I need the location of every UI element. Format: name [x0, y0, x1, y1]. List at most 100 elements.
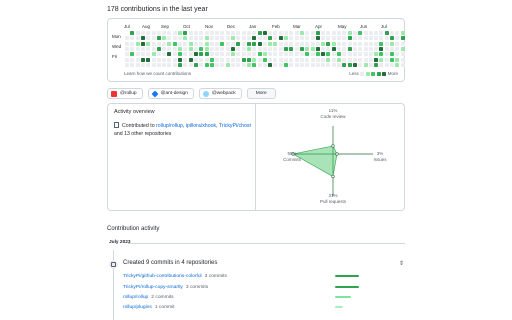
contribution-day[interactable] — [305, 41, 310, 46]
contribution-day[interactable] — [135, 46, 140, 51]
contribution-day[interactable] — [352, 41, 357, 46]
contribution-day[interactable] — [358, 57, 363, 62]
repo-link-xhook[interactable]: ipillora/xhook — [186, 123, 216, 129]
contribution-day[interactable] — [246, 41, 251, 46]
contribution-day[interactable] — [215, 41, 220, 46]
contribution-day[interactable] — [188, 52, 193, 57]
contribution-day[interactable] — [252, 46, 257, 51]
contribution-day[interactable] — [135, 57, 140, 62]
contribution-day[interactable] — [326, 57, 331, 62]
contribution-day[interactable] — [156, 31, 161, 35]
repo-link-rollup[interactable]: rollup/rollup — [156, 123, 183, 129]
contribution-day[interactable] — [215, 36, 220, 41]
contribution-day[interactable] — [384, 41, 389, 46]
contribution-day[interactable] — [140, 31, 145, 35]
contribution-day[interactable] — [352, 46, 357, 51]
repo-link-chost[interactable]: TrickyPi/chost — [219, 123, 251, 129]
contribution-day[interactable] — [352, 62, 357, 67]
contribution-day[interactable] — [384, 36, 389, 41]
contribution-day[interactable] — [193, 57, 198, 62]
contribution-day[interactable] — [400, 62, 405, 67]
contribution-day[interactable] — [162, 52, 167, 57]
contribution-day[interactable] — [368, 57, 373, 62]
contribution-day[interactable] — [262, 36, 267, 41]
contribution-day[interactable] — [193, 36, 198, 41]
contribution-day[interactable] — [374, 62, 379, 67]
contribution-day[interactable] — [167, 36, 172, 41]
contribution-day[interactable] — [268, 31, 273, 35]
contribution-day[interactable] — [321, 31, 326, 35]
contribution-day[interactable] — [352, 52, 357, 57]
contribution-day[interactable] — [140, 41, 145, 46]
contribution-day[interactable] — [135, 36, 140, 41]
unfold-icon[interactable]: ⇕ — [399, 260, 404, 267]
contribution-day[interactable] — [178, 41, 182, 46]
contribution-day[interactable] — [273, 57, 278, 62]
contribution-day[interactable] — [331, 57, 336, 62]
contribution-day[interactable] — [379, 31, 384, 35]
contribution-day[interactable] — [178, 62, 182, 67]
contribution-day[interactable] — [188, 41, 193, 46]
contribution-day[interactable] — [262, 52, 267, 57]
contribution-day[interactable] — [220, 62, 225, 67]
contribution-day[interactable] — [299, 46, 304, 51]
contribution-day[interactable] — [225, 46, 230, 51]
contribution-day[interactable] — [278, 31, 283, 35]
contribution-day[interactable] — [278, 41, 283, 46]
contribution-day[interactable] — [395, 52, 400, 57]
contribution-day[interactable] — [294, 52, 299, 57]
contribution-day[interactable] — [331, 46, 336, 51]
contribution-day[interactable] — [268, 36, 273, 41]
contribution-day[interactable] — [326, 62, 331, 67]
contribution-day[interactable] — [220, 36, 225, 41]
contribution-day[interactable] — [146, 57, 151, 62]
contribution-day[interactable] — [315, 62, 320, 67]
contribution-day[interactable] — [273, 52, 278, 57]
contribution-day[interactable] — [358, 31, 363, 35]
contribution-day[interactable] — [151, 36, 156, 41]
contribution-day[interactable] — [321, 62, 326, 67]
contribution-day[interactable] — [130, 57, 135, 62]
contribution-day[interactable] — [284, 31, 288, 35]
contribution-day[interactable] — [342, 46, 347, 51]
contribution-day[interactable] — [231, 41, 235, 46]
contribution-day[interactable] — [305, 52, 310, 57]
contribution-day[interactable] — [140, 46, 145, 51]
contribution-day[interactable] — [262, 57, 267, 62]
contribution-day[interactable] — [183, 57, 188, 62]
contribution-day[interactable] — [294, 46, 299, 51]
contribution-day[interactable] — [209, 52, 214, 57]
contribution-day[interactable] — [162, 57, 167, 62]
contribution-day[interactable] — [151, 52, 156, 57]
contribution-day[interactable] — [183, 62, 188, 67]
contribution-day[interactable] — [156, 41, 161, 46]
contribution-day[interactable] — [215, 31, 220, 35]
contribution-day[interactable] — [395, 36, 400, 41]
contribution-day[interactable] — [347, 62, 352, 67]
repo-link[interactable]: TrickyPi/rollup-copy-smartly — [123, 285, 183, 290]
contribution-day[interactable] — [241, 31, 246, 35]
contribution-day[interactable] — [289, 41, 294, 46]
contribution-day[interactable] — [337, 41, 341, 46]
contribution-day[interactable] — [199, 41, 204, 46]
contribution-day[interactable] — [347, 31, 352, 35]
contribution-day[interactable] — [257, 62, 262, 67]
contribution-day[interactable] — [193, 46, 198, 51]
contribution-day[interactable] — [390, 31, 394, 35]
contribution-day[interactable] — [178, 52, 182, 57]
contribution-day[interactable] — [188, 36, 193, 41]
contribution-day[interactable] — [331, 62, 336, 67]
learn-contributions-link[interactable]: Learn how we count contributions — [124, 71, 191, 76]
contribution-day[interactable] — [204, 62, 209, 67]
contribution-day[interactable] — [246, 57, 251, 62]
contribution-day[interactable] — [183, 31, 188, 35]
contribution-day[interactable] — [125, 52, 129, 57]
contribution-day[interactable] — [400, 57, 405, 62]
contribution-day[interactable] — [236, 62, 241, 67]
contribution-day[interactable] — [384, 62, 389, 67]
contribution-day[interactable] — [273, 31, 278, 35]
contribution-day[interactable] — [236, 57, 241, 62]
contribution-day[interactable] — [347, 46, 352, 51]
contribution-day[interactable] — [146, 36, 151, 41]
contribution-day[interactable] — [162, 36, 167, 41]
